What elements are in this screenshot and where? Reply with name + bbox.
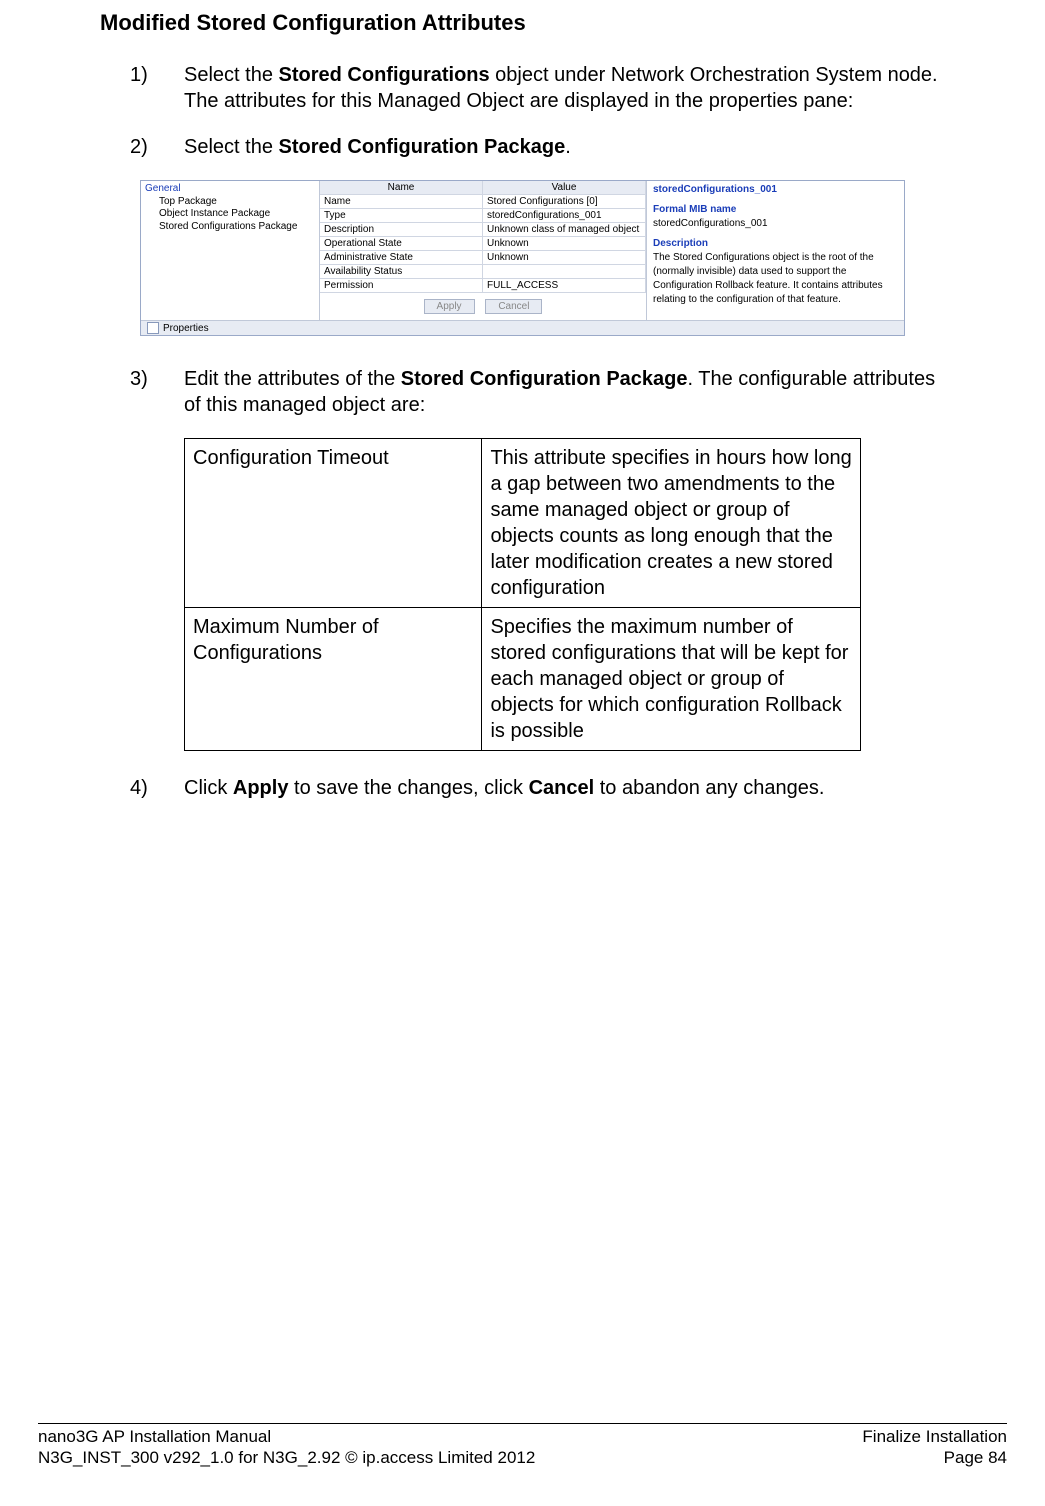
section-heading: Modified Stored Configuration Attributes bbox=[100, 0, 945, 62]
cell: Name bbox=[320, 195, 483, 208]
step-text: Edit the attributes of the bbox=[184, 368, 401, 390]
step-text: to save the changes, click bbox=[288, 777, 528, 799]
table-row[interactable]: Availability Status bbox=[320, 265, 646, 279]
footer-rule bbox=[38, 1423, 1007, 1424]
step-3: 3) Edit the attributes of the Stored Con… bbox=[130, 366, 945, 418]
step-2: 2) Select the Stored Configuration Packa… bbox=[130, 134, 945, 160]
table-row[interactable]: Operational StateUnknown bbox=[320, 237, 646, 251]
cell bbox=[483, 265, 646, 278]
step-text: Select the bbox=[184, 136, 279, 158]
attr-name: Maximum Number of Configurations bbox=[185, 608, 482, 751]
cell: Stored Configurations [0] bbox=[483, 195, 646, 208]
footer-left-2: N3G_INST_300 v292_1.0 for N3G_2.92 © ip.… bbox=[38, 1447, 535, 1468]
table-row: Maximum Number of Configurations Specifi… bbox=[185, 608, 861, 751]
step-number: 4) bbox=[130, 775, 184, 801]
cell: Unknown bbox=[483, 251, 646, 264]
tree-panel[interactable]: General Top Package Object Instance Pack… bbox=[141, 181, 320, 320]
step-text: Select the bbox=[184, 64, 279, 86]
step-bold: Stored Configuration Package bbox=[401, 368, 688, 390]
step-bold: Apply bbox=[233, 777, 289, 799]
help-title: storedConfigurations_001 bbox=[653, 183, 898, 197]
cell: Operational State bbox=[320, 237, 483, 250]
attribute-grid: Name Value NameStored Configurations [0]… bbox=[320, 181, 647, 320]
help-text: The Stored Configurations object is the … bbox=[653, 251, 898, 307]
table-row[interactable]: PermissionFULL_ACCESS bbox=[320, 279, 646, 293]
step-number: 1) bbox=[130, 62, 184, 114]
column-header-value: Value bbox=[483, 181, 646, 194]
page-footer: nano3G AP Installation Manual Finalize I… bbox=[38, 1423, 1007, 1469]
help-subheading: Formal MIB name bbox=[653, 203, 898, 217]
step-number: 2) bbox=[130, 134, 184, 160]
bottom-tabbar: Properties bbox=[141, 320, 904, 335]
step-4: 4) Click Apply to save the changes, clic… bbox=[130, 775, 945, 801]
properties-tab-icon bbox=[147, 322, 159, 334]
footer-left-1: nano3G AP Installation Manual bbox=[38, 1426, 271, 1447]
step-bold: Stored Configuration Package bbox=[279, 136, 566, 158]
help-subheading: Description bbox=[653, 237, 898, 251]
cell: Type bbox=[320, 209, 483, 222]
cell: Permission bbox=[320, 279, 483, 292]
table-row[interactable]: DescriptionUnknown class of managed obje… bbox=[320, 223, 646, 237]
table-row[interactable]: NameStored Configurations [0] bbox=[320, 195, 646, 209]
help-text: storedConfigurations_001 bbox=[653, 217, 898, 231]
step-1: 1) Select the Stored Configurations obje… bbox=[130, 62, 945, 114]
step-bold: Cancel bbox=[529, 777, 595, 799]
cell: Availability Status bbox=[320, 265, 483, 278]
tree-node[interactable]: Stored Configurations Package bbox=[159, 221, 315, 234]
cancel-button[interactable]: Cancel bbox=[485, 299, 542, 314]
attributes-table: Configuration Timeout This attribute spe… bbox=[184, 438, 861, 751]
table-row[interactable]: Administrative StateUnknown bbox=[320, 251, 646, 265]
cell: Description bbox=[320, 223, 483, 236]
cell: Administrative State bbox=[320, 251, 483, 264]
cell: storedConfigurations_001 bbox=[483, 209, 646, 222]
table-row: Configuration Timeout This attribute spe… bbox=[185, 439, 861, 608]
step-text: . bbox=[565, 136, 571, 158]
tree-node[interactable]: Object Instance Package bbox=[159, 208, 315, 221]
tree-node[interactable]: Top Package bbox=[159, 196, 315, 209]
column-header-name: Name bbox=[320, 181, 483, 194]
properties-tab[interactable]: Properties bbox=[163, 323, 209, 334]
cell: FULL_ACCESS bbox=[483, 279, 646, 292]
table-row[interactable]: TypestoredConfigurations_001 bbox=[320, 209, 646, 223]
apply-button[interactable]: Apply bbox=[424, 299, 475, 314]
attr-name: Configuration Timeout bbox=[185, 439, 482, 608]
step-text: Click bbox=[184, 777, 233, 799]
attr-desc: Specifies the maximum number of stored c… bbox=[482, 608, 861, 751]
step-number: 3) bbox=[130, 366, 184, 418]
tree-node-general[interactable]: General bbox=[145, 183, 315, 196]
footer-right-2: Page 84 bbox=[944, 1447, 1007, 1468]
step-bold: Stored Configurations bbox=[279, 64, 490, 86]
footer-right-1: Finalize Installation bbox=[862, 1426, 1007, 1447]
cell: Unknown bbox=[483, 237, 646, 250]
step-text: to abandon any changes. bbox=[594, 777, 824, 799]
properties-pane: General Top Package Object Instance Pack… bbox=[140, 180, 905, 336]
cell: Unknown class of managed object bbox=[483, 223, 646, 236]
help-panel: storedConfigurations_001 Formal MIB name… bbox=[647, 181, 904, 320]
attr-desc: This attribute specifies in hours how lo… bbox=[482, 439, 861, 608]
